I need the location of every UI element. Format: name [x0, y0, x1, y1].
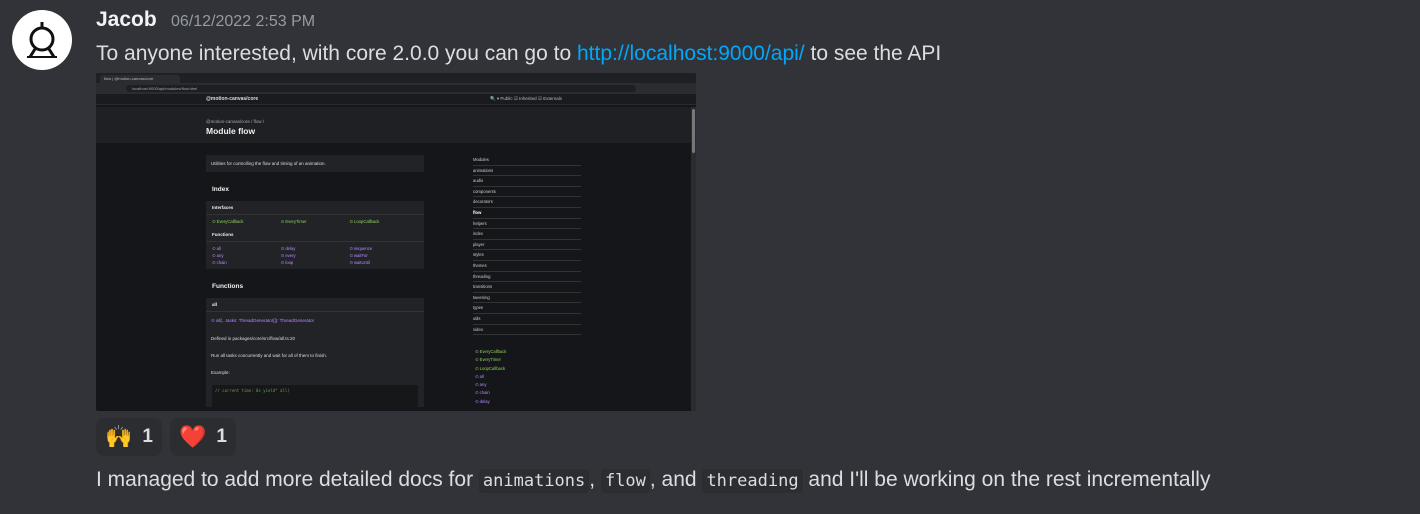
site-brand: @motion-canvas/core: [206, 96, 259, 102]
username[interactable]: Jacob: [96, 8, 157, 32]
function-link: ⊙ waitUntil: [349, 260, 370, 265]
function-link: ⊙ loop: [280, 260, 294, 265]
defined-in: Defined in packages/core/src/flow/all.ts…: [211, 336, 296, 341]
reaction-count: 1: [216, 426, 227, 447]
sidebar-item: decorators: [473, 197, 581, 208]
attached-screenshot[interactable]: flow | @motion-canvas/core localhost:900…: [96, 73, 696, 411]
index-box: Interfaces ⊙ EveryCallback ⊙ EveryTimer …: [206, 201, 424, 269]
function-doc: Run all tasks concurrently and wait for …: [211, 353, 328, 358]
browser-url: localhost:9000/api/modules/flow.html: [126, 85, 636, 92]
sidebar-item: styles: [473, 250, 581, 261]
sidebar-item: index: [473, 229, 581, 240]
interface-link: ⊙ EveryTimer: [280, 219, 307, 224]
functions-label: Functions: [206, 228, 424, 242]
sidebar-item: types: [473, 303, 581, 314]
interfaces-list: ⊙ EveryCallback ⊙ EveryTimer ⊙ LoopCallb…: [206, 215, 424, 228]
sidebar-item: threading: [473, 272, 581, 283]
description-box: Utilities for controlling the flow and t…: [206, 155, 424, 172]
function-link: ⊙ delay: [280, 246, 296, 251]
sidebar-member: ⊙ EveryCallback: [475, 349, 507, 354]
function-link: ⊙ chain: [212, 260, 227, 265]
sidebar-item: components: [473, 187, 581, 198]
interfaces-label: Interfaces: [206, 201, 424, 215]
avatar-logo-icon: [27, 22, 57, 58]
site-toolbar: @motion-canvas/core 🔍 ▾ Public ☑ Inherit…: [96, 94, 696, 105]
reaction-count: 1: [142, 426, 153, 447]
doc-sidebar: Modules animations audio components deco…: [473, 155, 581, 336]
code-example: // current time: 0s yield* all(: [212, 385, 418, 407]
browser-tabbar: flow | @motion-canvas/core: [96, 73, 696, 83]
interface-link: ⊙ EveryCallback: [212, 219, 244, 224]
function-link: ⊙ any: [212, 253, 224, 258]
doc-content: Utilities for controlling the flow and t…: [206, 155, 424, 411]
function-all-name: all: [206, 298, 424, 312]
message-text-part: , and: [649, 468, 703, 491]
sidebar-member: ⊙ any: [475, 382, 487, 388]
page-header: @motion-canvas/core / flow / Module flow: [96, 107, 691, 143]
message-text-part: ,: [589, 468, 601, 491]
sidebar-member: ⊙ chain: [475, 390, 490, 396]
sidebar-item: tweening: [473, 293, 581, 304]
sidebar-item-active: flow: [473, 208, 581, 219]
reactions-bar: 🙌 1 ❤️ 1: [96, 418, 236, 456]
breadcrumb: @motion-canvas/core / flow /: [206, 119, 265, 124]
inline-code: animations: [478, 469, 590, 493]
scrollbar-thumb: [692, 109, 695, 153]
timestamp: 06/12/2022 2:53 PM: [171, 13, 316, 30]
sidebar-item: Modules: [473, 155, 581, 166]
sidebar-item: player: [473, 240, 581, 251]
heart-icon: ❤️: [178, 424, 207, 449]
description: Utilities for controlling the flow and t…: [211, 161, 326, 166]
sidebar-member: ⊙ all: [475, 373, 484, 379]
sidebar-item: video: [473, 325, 581, 336]
doc-sidebar-members: ⊙ EveryCallback ⊙ EveryTimer ⊙ LoopCallb…: [475, 349, 583, 407]
sidebar-item: utils: [473, 314, 581, 325]
message-text-part: to see the API: [804, 42, 942, 65]
sidebar-item: transitions: [473, 282, 581, 293]
interface-link: ⊙ LoopCallback: [349, 219, 380, 224]
reaction-raised-hands[interactable]: 🙌 1: [96, 418, 162, 456]
inline-code: flow: [600, 469, 650, 493]
site-nav: 🔍 ▾ Public ☑ Inherited ☑ Externals: [490, 96, 562, 101]
index-title: Index: [212, 186, 229, 193]
message-text-part: and I'll be working on the rest incremen…: [802, 468, 1211, 491]
function-link: ⊙ all: [212, 246, 221, 251]
sidebar-member: ⊙ delay: [475, 398, 490, 404]
message-text: To anyone interested, with core 2.0.0 yo…: [96, 42, 941, 66]
function-link: ⊙ waitFor: [349, 253, 368, 258]
page-title: Module flow: [206, 126, 256, 136]
browser-tab: flow | @motion-canvas/core: [100, 75, 180, 83]
sidebar-item: audio: [473, 176, 581, 187]
message-text-2: I managed to add more detailed docs for …: [96, 468, 1211, 493]
raised-hands-icon: 🙌: [105, 424, 133, 449]
functions-list: ⊙ all ⊙ delay ⊙ sequence ⊙ any ⊙ every ⊙…: [206, 242, 424, 269]
inline-code: threading: [702, 469, 803, 493]
sidebar-item: helpers: [473, 219, 581, 230]
sidebar-member: ⊙ EveryTimer: [475, 357, 501, 363]
browser-urlbar: localhost:9000/api/modules/flow.html: [96, 83, 696, 94]
message-text-part: To anyone interested, with core 2.0.0 yo…: [96, 42, 577, 65]
function-link: ⊙ sequence: [349, 246, 373, 251]
function-all-box: all ⊙ all(...tasks: ThreadGenerator[]): …: [206, 298, 424, 407]
sidebar-item: themes: [473, 261, 581, 272]
function-signature: ⊙ all(...tasks: ThreadGenerator[]): Thre…: [211, 318, 315, 323]
reaction-heart[interactable]: ❤️ 1: [169, 418, 236, 456]
sidebar-item: animations: [473, 166, 581, 177]
functions-title: Functions: [212, 283, 244, 290]
message-text-part: I managed to add more detailed docs for: [96, 468, 479, 491]
function-link: ⊙ every: [280, 253, 296, 258]
sidebar-member: ⊙ LoopCallback: [475, 365, 506, 371]
example-label: Example:: [211, 370, 230, 375]
message-link[interactable]: http://localhost:9000/api/: [577, 42, 805, 65]
screenshot-scrollbar: [691, 107, 696, 411]
avatar[interactable]: [12, 10, 72, 70]
